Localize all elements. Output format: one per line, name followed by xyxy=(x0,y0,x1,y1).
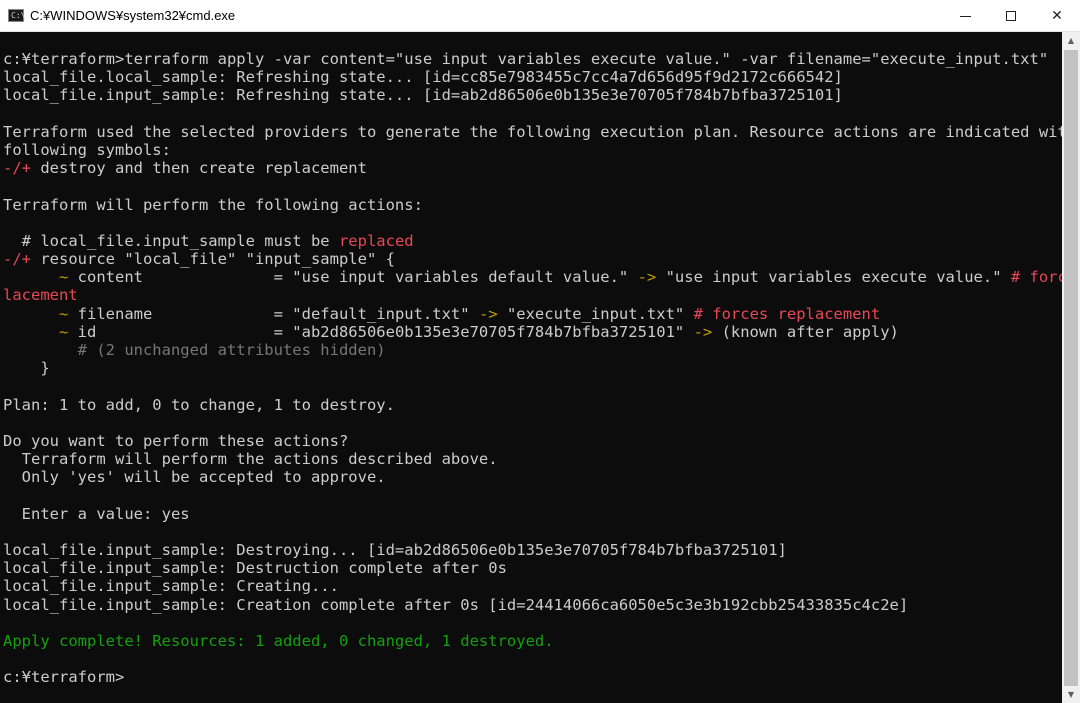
console-line: following symbols: xyxy=(3,140,171,159)
change-arrow: -> xyxy=(693,322,713,341)
forces-replacement-note: # forces replacement xyxy=(693,304,881,323)
console-line: local_file.input_sample: Creating... xyxy=(3,577,339,596)
maximize-icon xyxy=(1006,11,1016,21)
scroll-down-button[interactable]: ▼ xyxy=(1062,686,1080,703)
replaced-keyword: replaced xyxy=(338,231,414,250)
console-line: local_file.input_sample: Refreshing stat… xyxy=(3,86,843,105)
console-line: } xyxy=(3,359,50,378)
console-text: # local_file.input_sample must be xyxy=(3,231,339,250)
console-line: Do you want to perform these actions? xyxy=(3,431,349,450)
console-output[interactable]: c:¥terraform>terraform apply -var conten… xyxy=(0,32,1062,703)
replace-symbol: -/+ xyxy=(3,250,31,269)
console-line: c:¥terraform>terraform apply -var conten… xyxy=(3,50,1049,68)
console-text: destroy and then create replacement xyxy=(31,159,367,178)
change-arrow: -> xyxy=(478,304,498,323)
console-text: resource "local_file" "input_sample" { xyxy=(31,250,395,269)
console-line: # (2 unchanged attributes hidden) xyxy=(3,341,386,359)
console-line: Apply complete! Resources: 1 added, 0 ch… xyxy=(3,632,554,650)
vertical-scrollbar[interactable]: ▲ ▼ xyxy=(1062,32,1080,703)
console-line: ~ id = "ab2d86506e0b135e3e70705f784b7bfb… xyxy=(3,323,1062,341)
replace-symbol: -/+ xyxy=(3,159,31,178)
console-line: -/+ resource "local_file" "input_sample"… xyxy=(3,250,1062,268)
scroll-down-icon: ▼ xyxy=(1067,690,1075,699)
scroll-up-button[interactable]: ▲ xyxy=(1062,32,1080,49)
cmd-app-icon[interactable]: C:\ xyxy=(8,9,26,22)
scroll-up-icon: ▲ xyxy=(1067,36,1075,45)
console-line: lacement xyxy=(3,286,78,305)
console-line: ~ filename = "default_input.txt" -> "exe… xyxy=(3,305,1062,323)
forces-replacement-note: # forces rep xyxy=(1010,268,1062,287)
console-text: filename = "default_input.txt" xyxy=(68,304,479,323)
console-line: Only 'yes' will be accepted to approve. xyxy=(3,468,386,487)
console-line: local_file.local_sample: Refreshing stat… xyxy=(3,68,843,87)
console-text: (known after apply) xyxy=(712,322,899,341)
command-prompt[interactable]: c:¥terraform> xyxy=(3,668,1062,686)
update-symbol: ~ xyxy=(3,304,69,323)
update-symbol: ~ xyxy=(3,322,69,341)
console-line: Terraform will perform the actions descr… xyxy=(3,450,498,469)
console-line: # local_file.input_sample must be replac… xyxy=(3,232,1062,250)
console-line: ~ content = "use input variables default… xyxy=(3,268,1062,286)
scrollbar-thumb[interactable] xyxy=(1064,50,1078,686)
update-symbol: ~ xyxy=(3,268,69,287)
minimize-button[interactable] xyxy=(942,0,988,32)
console-text: "use input variables execute value." xyxy=(656,268,1011,287)
console-line: local_file.input_sample: Destruction com… xyxy=(3,559,507,578)
console-line: -/+ destroy and then create replacement xyxy=(3,159,1062,177)
console-line: Terraform will perform the following act… xyxy=(3,195,423,214)
cmd-app-icon-text: C:\ xyxy=(11,11,26,20)
console-line: local_file.input_sample: Creation comple… xyxy=(3,595,909,614)
console-line: local_file.input_sample: Destroying... [… xyxy=(3,541,787,560)
close-button[interactable]: ✕ xyxy=(1034,0,1080,32)
console-line: Terraform used the selected providers to… xyxy=(3,122,1062,141)
change-arrow: -> xyxy=(637,268,657,287)
title-bar[interactable]: C:\ C:¥WINDOWS¥system32¥cmd.exe ✕ xyxy=(0,0,1080,32)
minimize-icon xyxy=(959,15,971,17)
console-text: content = "use input variables default v… xyxy=(68,268,638,287)
console-line: Enter a value: yes xyxy=(3,504,190,523)
maximize-button[interactable] xyxy=(988,0,1034,32)
console-text: "execute_input.txt" xyxy=(497,304,694,323)
console-text: id = "ab2d86506e0b135e3e70705f784b7bfba3… xyxy=(68,322,694,341)
close-icon: ✕ xyxy=(1051,8,1063,24)
window-title: C:¥WINDOWS¥system32¥cmd.exe xyxy=(30,8,236,23)
cmd-window: C:\ C:¥WINDOWS¥system32¥cmd.exe ✕ c:¥ter… xyxy=(0,0,1080,703)
console-line: Plan: 1 to add, 0 to change, 1 to destro… xyxy=(3,395,395,414)
